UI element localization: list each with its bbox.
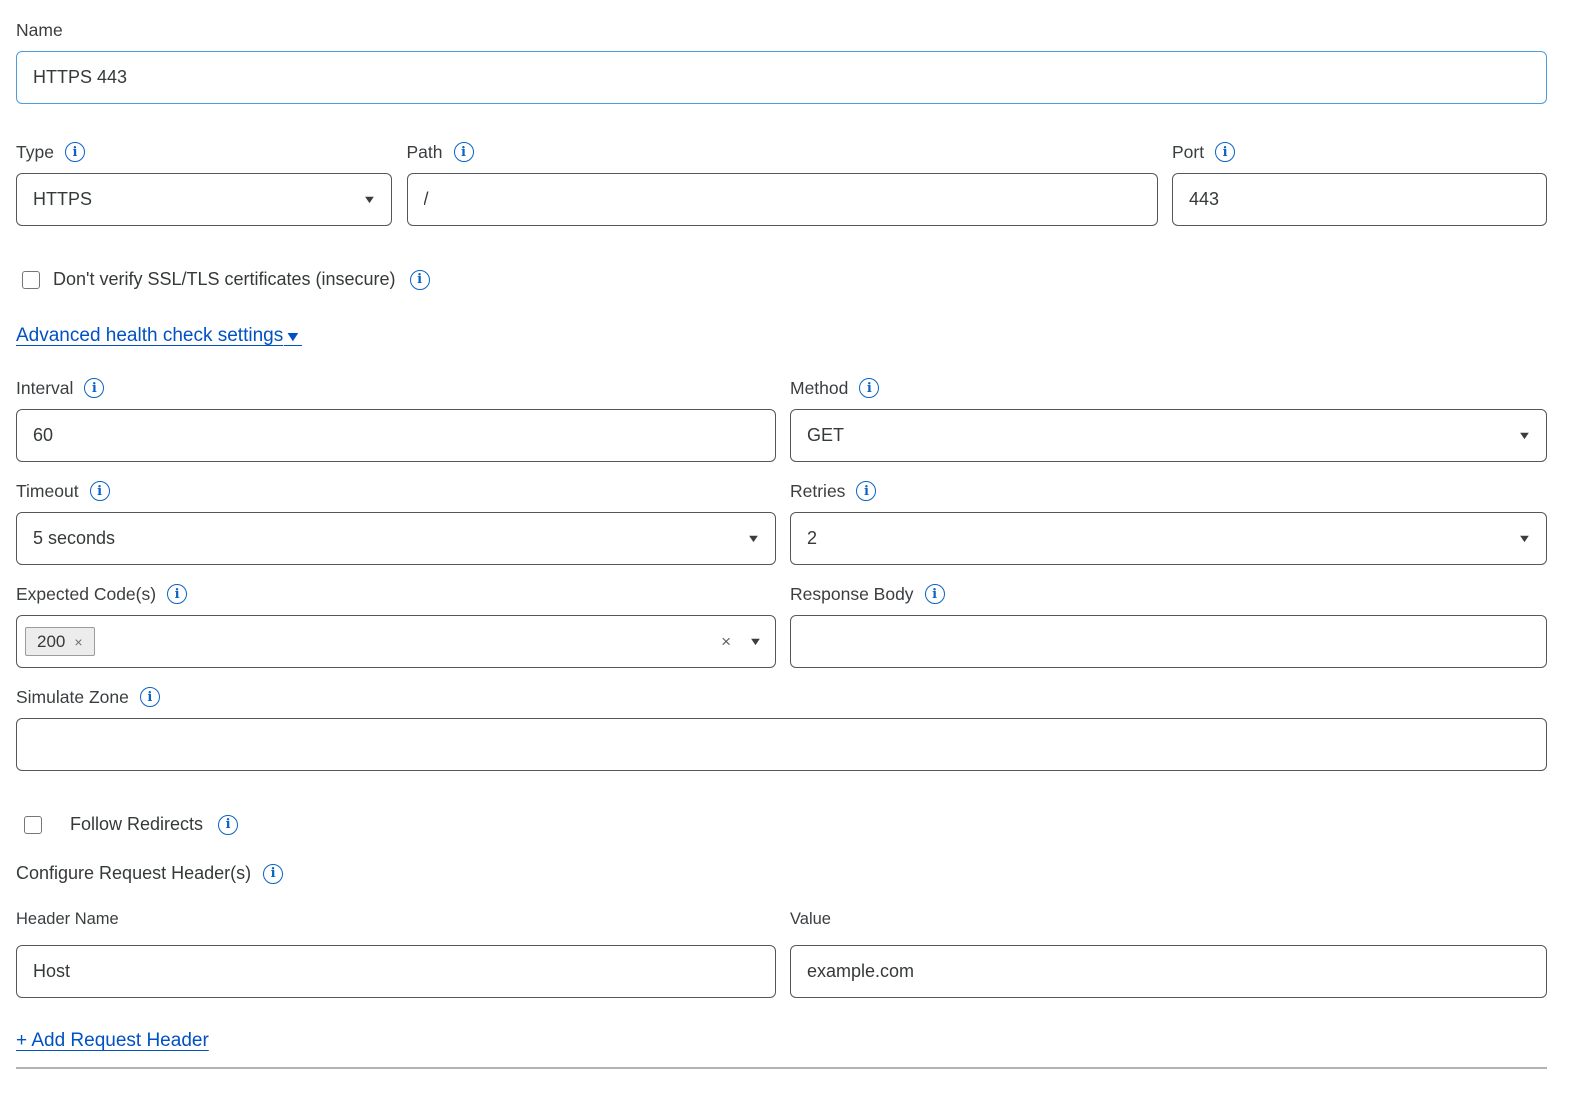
expected-code-tag: 200 × [25,627,95,656]
header-name-column-label: Header Name [16,910,776,929]
port-info-icon[interactable]: i [1215,142,1235,162]
name-label-text: Name [16,19,63,41]
response-body-info-icon[interactable]: i [925,584,945,604]
codes-body-row: Expected Code(s) i 200 × × ▼ Response Bo… [16,583,1547,668]
timeout-label-text: Timeout [16,480,79,502]
chevron-down-icon[interactable]: ▼ [748,636,763,648]
type-select[interactable]: HTTPS ▼ [16,173,392,226]
retries-field: Retries i 2 ▼ [790,480,1547,565]
header-value-column-label: Value [790,910,1547,929]
method-label: Method i [790,377,1547,399]
interval-input[interactable] [16,409,776,462]
follow-redirects-info-icon[interactable]: i [218,815,238,835]
timeout-field: Timeout i 5 seconds ▼ [16,480,776,565]
path-field: Path i [407,141,1158,226]
port-input[interactable] [1172,173,1547,226]
advanced-settings-link[interactable]: Advanced health check settings▼ [16,325,300,347]
expected-codes-info-icon[interactable]: i [167,584,187,604]
method-select[interactable]: GET ▼ [790,409,1547,462]
follow-redirects-row: Follow Redirects i [16,814,1547,835]
timeout-retries-row: Timeout i 5 seconds ▼ Retries i 2 ▼ [16,480,1547,565]
request-headers-info-icon[interactable]: i [263,864,283,884]
method-label-text: Method [790,377,848,399]
response-body-label-text: Response Body [790,583,914,605]
retries-label-text: Retries [790,480,845,502]
type-label: Type i [16,141,392,163]
header-value-field: Value [790,910,1547,998]
interval-info-icon[interactable]: i [84,378,104,398]
chevron-down-icon: ▼ [1517,430,1532,442]
request-header-row: Header Name Value [16,910,1547,998]
add-header-row: + Add Request Header [16,1030,1547,1052]
chevron-down-icon: ▼ [746,533,761,545]
expected-codes-label-text: Expected Code(s) [16,583,156,605]
expected-codes-label: Expected Code(s) i [16,583,776,605]
timeout-info-icon[interactable]: i [90,481,110,501]
request-headers-section-title: Configure Request Header(s) i [16,863,1547,884]
request-headers-title-text: Configure Request Header(s) [16,863,251,884]
port-field: Port i [1172,141,1547,226]
interval-label-text: Interval [16,377,73,399]
port-label-text: Port [1172,141,1204,163]
port-label: Port i [1172,141,1547,163]
path-input[interactable] [407,173,1158,226]
interval-label: Interval i [16,377,776,399]
timeout-label: Timeout i [16,480,776,502]
interval-method-row: Interval i Method i GET ▼ [16,377,1547,462]
retries-label: Retries i [790,480,1547,502]
advanced-settings-link-text: Advanced health check settings [16,325,283,347]
type-path-port-row: Type i HTTPS ▼ Path i Port i [16,141,1547,226]
advanced-settings-row: Advanced health check settings▼ [16,325,1547,347]
header-name-field: Header Name [16,910,776,998]
expected-codes-field: Expected Code(s) i 200 × × ▼ [16,583,776,668]
caret-down-icon: ▼ [284,328,302,344]
simulate-zone-field: Simulate Zone i [16,686,1547,771]
interval-field: Interval i [16,377,776,462]
type-label-text: Type [16,141,54,163]
simulate-zone-info-icon[interactable]: i [140,687,160,707]
method-info-icon[interactable]: i [859,378,879,398]
tag-remove-icon[interactable]: × [74,635,82,649]
header-value-input[interactable] [790,945,1547,998]
type-select-value: HTTPS [33,189,92,210]
response-body-label: Response Body i [790,583,1547,605]
verify-ssl-info-icon[interactable]: i [410,270,430,290]
simulate-zone-input[interactable] [16,718,1547,771]
retries-select-value: 2 [807,528,817,549]
health-check-form: Name Type i HTTPS ▼ Path i Port i [16,0,1547,1069]
path-label-text: Path [407,141,443,163]
retries-select[interactable]: 2 ▼ [790,512,1547,565]
simulate-zone-label-text: Simulate Zone [16,686,129,708]
path-label: Path i [407,141,1158,163]
timeout-select-value: 5 seconds [33,528,115,549]
type-field: Type i HTTPS ▼ [16,141,392,226]
verify-ssl-label: Don't verify SSL/TLS certificates (insec… [53,269,396,290]
verify-ssl-checkbox[interactable] [22,271,40,289]
method-select-value: GET [807,425,844,446]
follow-redirects-checkbox[interactable] [24,816,42,834]
name-input[interactable] [16,51,1547,104]
retries-info-icon[interactable]: i [856,481,876,501]
section-divider [16,1067,1547,1069]
path-info-icon[interactable]: i [454,142,474,162]
add-request-header-link[interactable]: + Add Request Header [16,1030,209,1052]
timeout-select[interactable]: 5 seconds ▼ [16,512,776,565]
simulate-zone-label: Simulate Zone i [16,686,1547,708]
response-body-field: Response Body i [790,583,1547,668]
chevron-down-icon: ▼ [1517,533,1532,545]
expected-codes-multiselect[interactable]: 200 × × ▼ [16,615,776,668]
response-body-input[interactable] [790,615,1547,668]
method-field: Method i GET ▼ [790,377,1547,462]
name-label: Name [16,19,1547,41]
chevron-down-icon: ▼ [362,194,377,206]
follow-redirects-label: Follow Redirects [70,814,203,835]
header-name-input[interactable] [16,945,776,998]
clear-icon[interactable]: × [721,633,731,650]
expected-code-tag-value: 200 [37,633,65,650]
multiselect-controls: × ▼ [721,633,761,650]
type-info-icon[interactable]: i [65,142,85,162]
verify-ssl-row: Don't verify SSL/TLS certificates (insec… [16,269,1547,290]
